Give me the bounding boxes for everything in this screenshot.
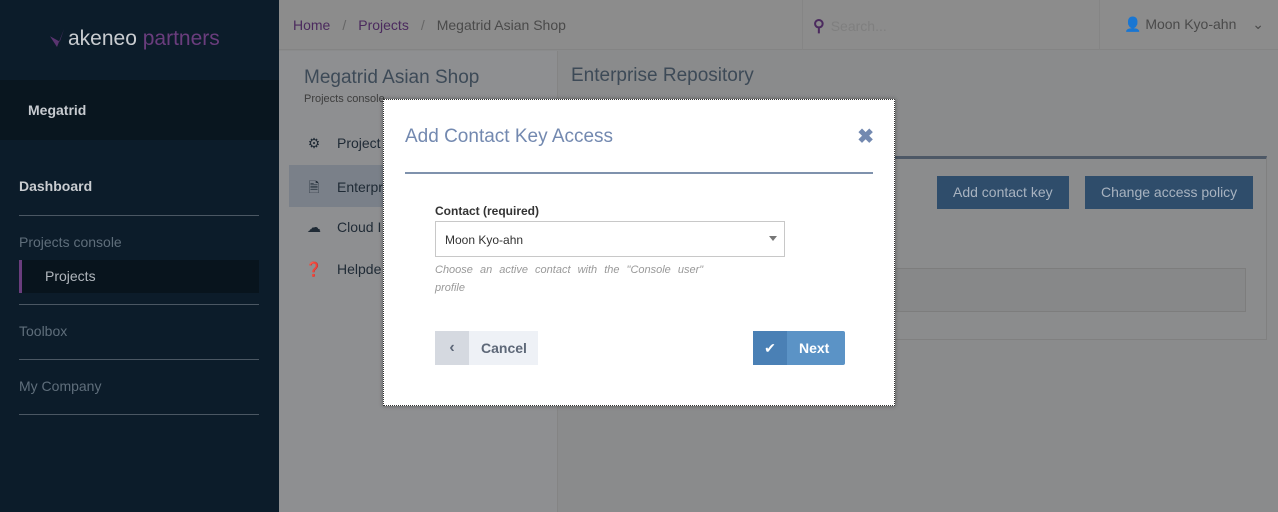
user-name: Moon Kyo-ahn (1145, 16, 1237, 32)
breadcrumb-current: Megatrid Asian Shop (436, 17, 566, 33)
cloud-icon: ☁ (307, 219, 321, 235)
cancel-label: Cancel (481, 340, 527, 356)
divider (19, 215, 259, 216)
question-icon: ❓ (305, 261, 323, 277)
breadcrumb-projects[interactable]: Projects (358, 17, 409, 33)
cancel-button[interactable]: ‹ Cancel (435, 331, 538, 365)
sidebar: akeneo partners Megatrid Dashboard Proje… (0, 0, 279, 512)
content-title: Enterprise Repository (571, 65, 754, 86)
next-label: Next (799, 340, 830, 356)
search-input[interactable]: ⚲ Search... (802, 0, 1100, 50)
menu-label: Enterpr (337, 179, 383, 195)
contact-help: Choose an active contact with the "Conso… (435, 264, 704, 294)
sidebar-item-toolbox[interactable]: Toolbox (19, 323, 259, 339)
add-contact-key-modal: Add Contact Key Access ✖ Contact (requir… (383, 99, 895, 406)
project-subtitle: Projects console (304, 93, 385, 105)
user-menu[interactable]: 👤 Moon Kyo-ahn ⌄ (1124, 16, 1264, 33)
logo-text: akeneo (68, 27, 137, 50)
logo[interactable]: akeneo partners (50, 27, 220, 51)
sidebar-item-projects[interactable]: Projects (19, 260, 259, 293)
modal-title: Add Contact Key Access (405, 126, 614, 147)
next-button[interactable]: ✔ Next (753, 331, 845, 365)
caret-down-icon (769, 236, 777, 241)
divider (405, 172, 873, 174)
menu-label: Helpde (337, 261, 382, 277)
breadcrumb: Home / Projects / Megatrid Asian Shop (293, 17, 566, 33)
check-icon: ✔ (753, 331, 787, 365)
top-bar: Home / Projects / Megatrid Asian Shop ⚲ Searc… (279, 0, 1278, 50)
menu-label: Cloud I (337, 219, 382, 235)
project-title: Megatrid Asian Shop (304, 67, 480, 88)
search-placeholder: Search... (830, 18, 887, 34)
sidebar-item-dashboard[interactable]: Dashboard (19, 178, 259, 194)
sidebar-item-projects-console[interactable]: Projects console (19, 234, 259, 250)
org-name[interactable]: Megatrid (0, 80, 279, 140)
chevron-down-icon: ⌄ (1252, 16, 1264, 32)
add-contact-key-button[interactable]: Add contact key (937, 176, 1069, 209)
close-icon[interactable]: ✖ (857, 124, 874, 149)
breadcrumb-home[interactable]: Home (293, 17, 330, 33)
sidebar-item-my-company[interactable]: My Company (19, 378, 259, 394)
change-access-policy-button[interactable]: Change access policy (1085, 176, 1254, 209)
divider (19, 414, 259, 415)
menu-label: Project (337, 135, 381, 151)
divider (19, 304, 259, 305)
divider (19, 359, 259, 360)
akeneo-leaf-icon (50, 29, 64, 47)
cogs-icon: ⚙ (307, 135, 321, 151)
contact-value: Moon Kyo-ahn (445, 233, 524, 247)
search-icon: ⚲ (813, 18, 825, 35)
user-icon: 👤 (1123, 16, 1142, 32)
chevron-left-icon: ‹ (435, 331, 469, 365)
contact-label: Contact (required) (435, 204, 540, 218)
file-icon: 🗎 (308, 179, 320, 195)
logo-suffix: partners (142, 27, 220, 50)
contact-select[interactable]: Moon Kyo-ahn (435, 221, 785, 257)
